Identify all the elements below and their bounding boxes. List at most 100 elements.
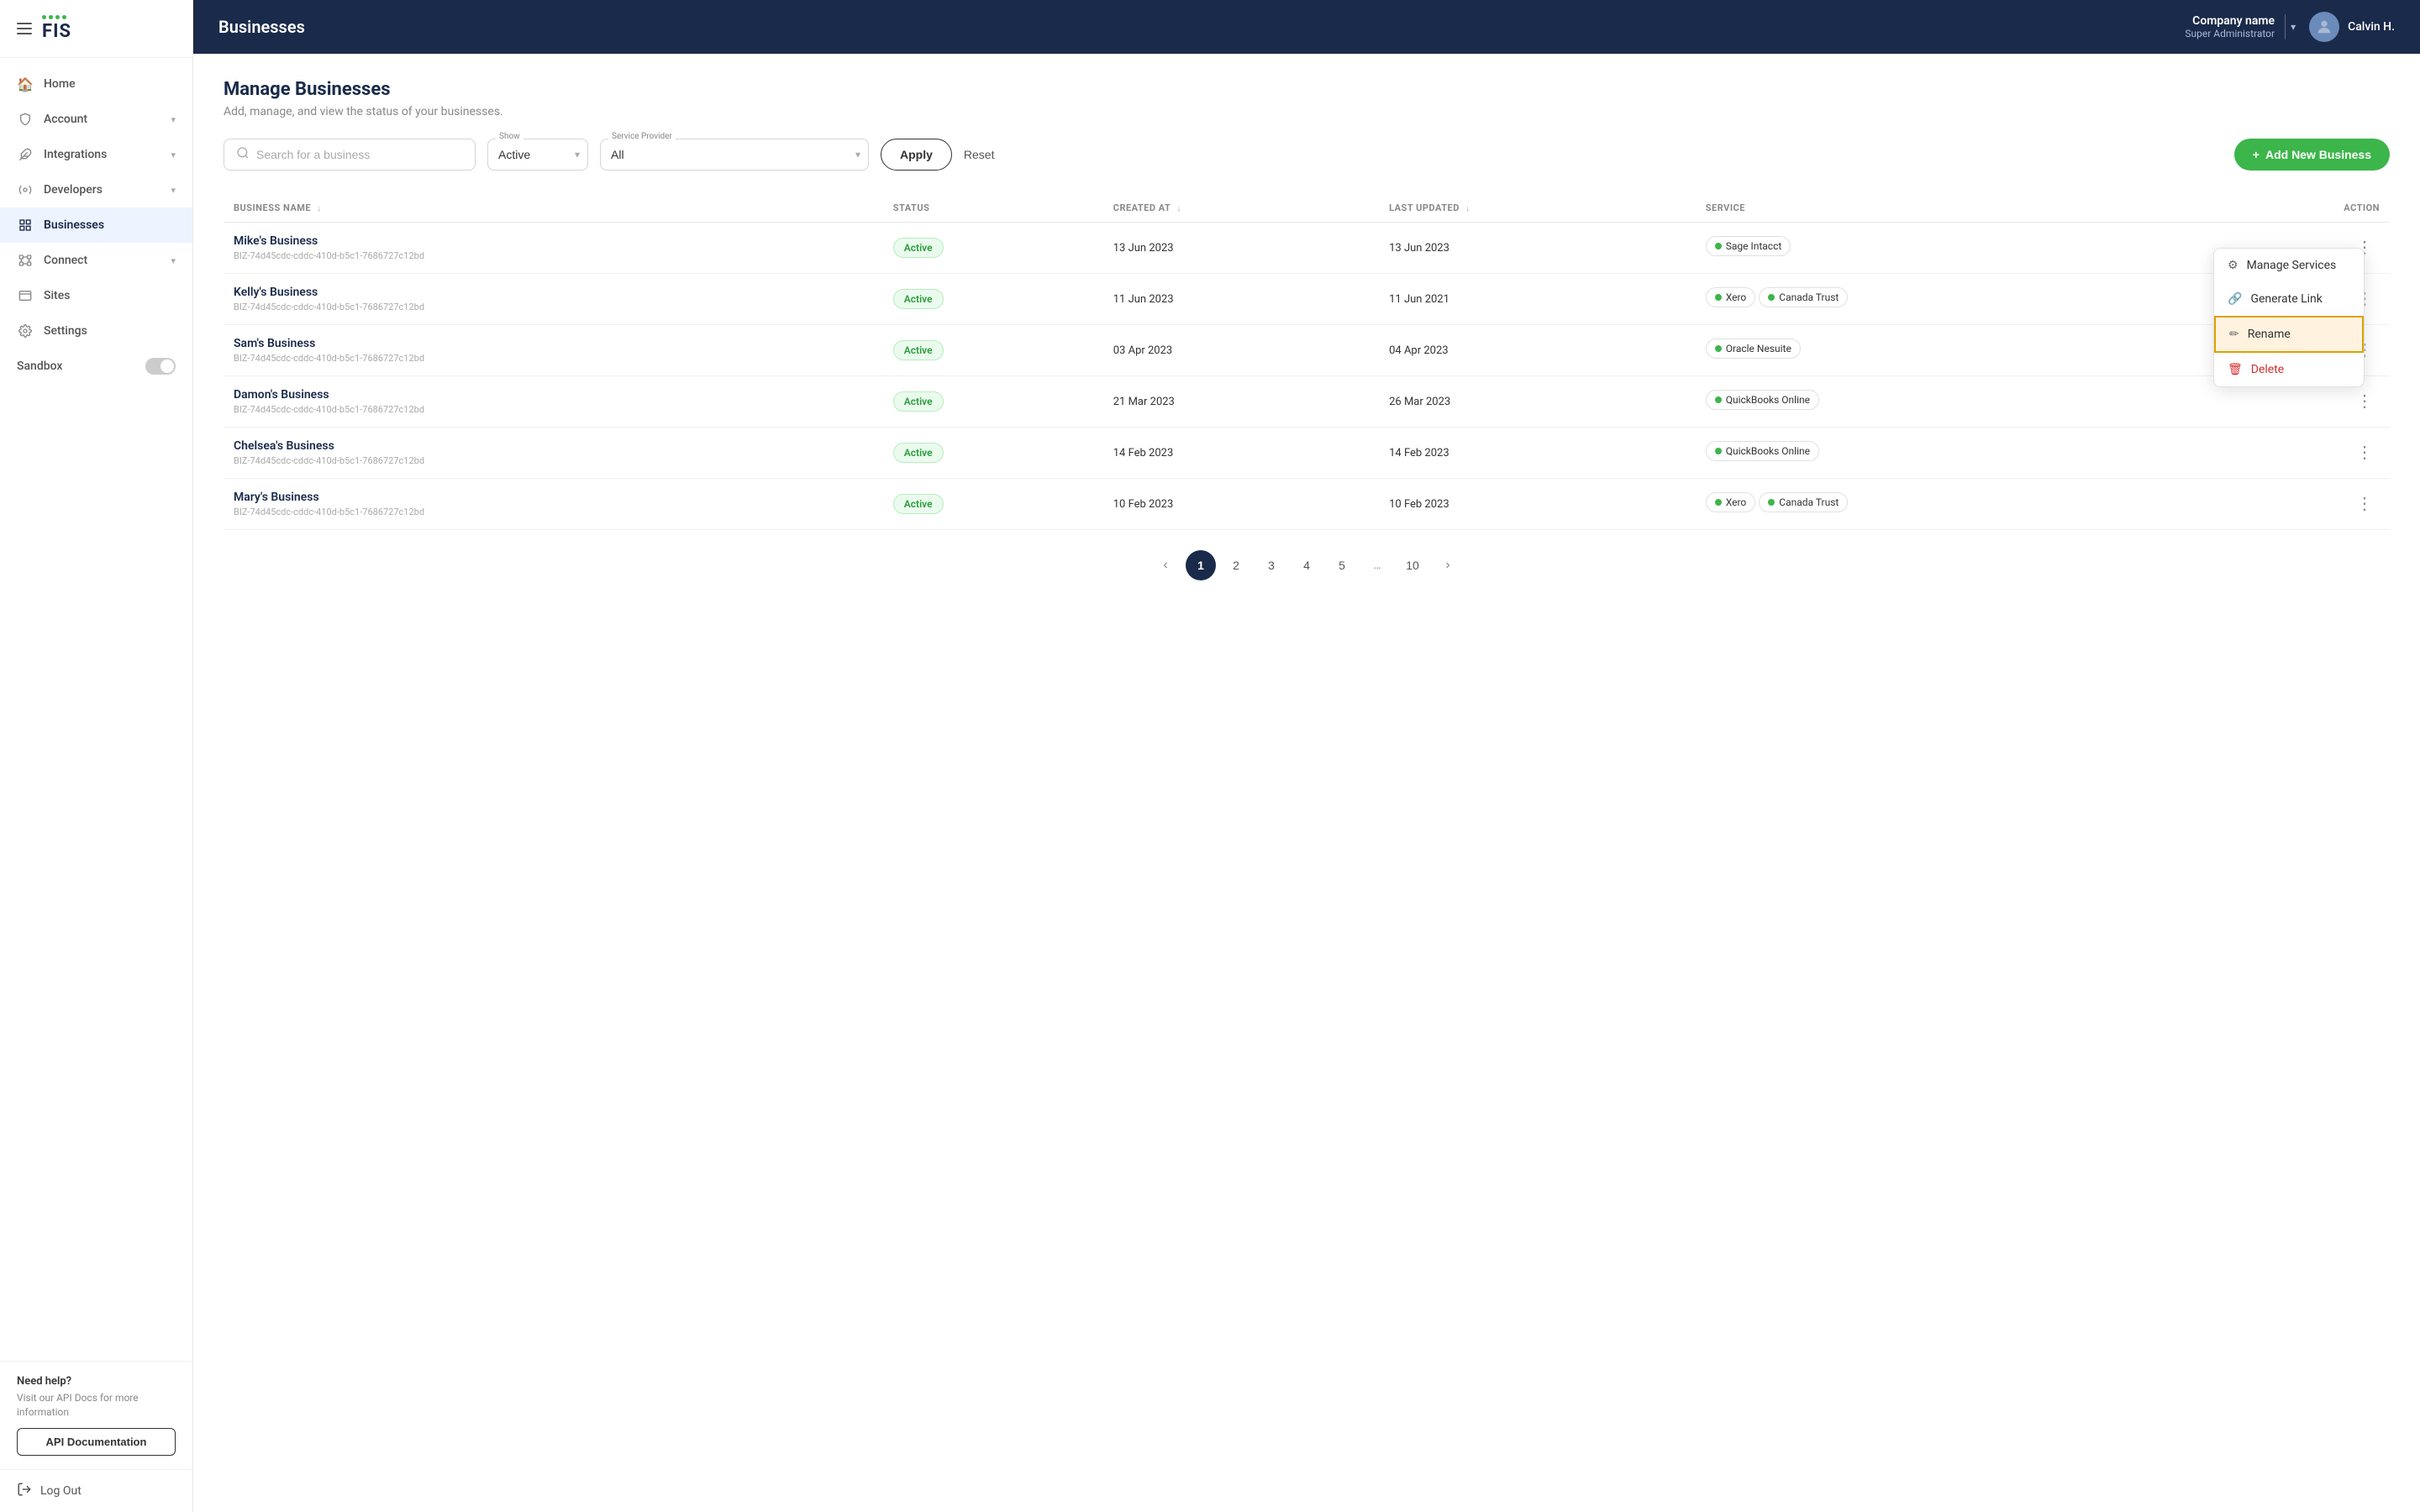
chevron-down-icon: ▾ bbox=[171, 114, 176, 125]
business-name: Damon's Business bbox=[234, 388, 873, 402]
action-menu-button[interactable]: ⋮ bbox=[2349, 492, 2380, 516]
logout-row[interactable]: Log Out bbox=[0, 1469, 192, 1512]
pagination-page-10[interactable]: 10 bbox=[1397, 550, 1428, 580]
topbar-right: Company name Super Administrator ▾ Calvi… bbox=[2185, 12, 2395, 42]
cell-created-at: 03 Apr 2023 bbox=[1103, 325, 1379, 376]
sidebar-item-businesses[interactable]: Businesses bbox=[0, 207, 192, 243]
col-service: SERVICE bbox=[1696, 194, 2215, 223]
rename-item[interactable]: ✏ Rename bbox=[2214, 316, 2364, 353]
business-id: BIZ-74d45cdc-cddc-410d-b5c1-7686727c12bd bbox=[234, 507, 873, 517]
topbar: Businesses Company name Super Administra… bbox=[193, 0, 2420, 54]
account-icon bbox=[17, 111, 34, 128]
action-menu-button[interactable]: ⋮ bbox=[2349, 441, 2380, 465]
cell-business-name: Sam's Business BIZ-74d45cdc-cddc-410d-b5… bbox=[224, 325, 883, 376]
reset-button[interactable]: Reset bbox=[964, 148, 995, 161]
page-subtitle: Add, manage, and view the status of your… bbox=[224, 105, 2390, 118]
topbar-company[interactable]: Company name Super Administrator bbox=[2185, 14, 2286, 39]
apply-button[interactable]: Apply bbox=[881, 139, 952, 171]
home-icon: 🏠 bbox=[17, 76, 34, 92]
hamburger-menu[interactable] bbox=[17, 23, 32, 34]
logout-icon bbox=[17, 1482, 32, 1500]
sandbox-label: Sandbox bbox=[17, 360, 62, 373]
show-filter-select[interactable]: Active Inactive All bbox=[487, 139, 588, 171]
cell-created-at: 21 Mar 2023 bbox=[1103, 376, 1379, 428]
sidebar-item-developers[interactable]: Developers ▾ bbox=[0, 172, 192, 207]
cell-last-updated: 10 Feb 2023 bbox=[1379, 479, 1696, 530]
pagination-page-1[interactable]: 1 bbox=[1186, 550, 1216, 580]
sidebar-item-sites[interactable]: Sites bbox=[0, 278, 192, 313]
pagination: ‹ 1 2 3 4 5 … 10 › bbox=[224, 530, 2390, 589]
add-business-button[interactable]: + Add New Business bbox=[2234, 139, 2390, 171]
plus-icon: + bbox=[2253, 148, 2260, 161]
sandbox-toggle[interactable] bbox=[145, 358, 176, 375]
business-id: BIZ-74d45cdc-cddc-410d-b5c1-7686727c12bd bbox=[234, 250, 873, 261]
pagination-page-3[interactable]: 3 bbox=[1256, 550, 1286, 580]
cell-created-at: 11 Jun 2023 bbox=[1103, 274, 1379, 325]
action-menu-button[interactable]: ⋮ bbox=[2349, 390, 2380, 413]
delete-item[interactable]: 🗑 Delete bbox=[2214, 353, 2364, 386]
status-badge: Active bbox=[893, 391, 944, 412]
sidebar-item-settings[interactable]: Settings bbox=[0, 313, 192, 349]
sidebar-item-label: Sites bbox=[44, 289, 70, 302]
sidebar-item-label: Settings bbox=[44, 324, 87, 338]
service-provider-label: Service Provider bbox=[608, 132, 676, 141]
generate-link-item[interactable]: 🔗 Generate Link bbox=[2214, 282, 2364, 316]
sidebar-item-connect[interactable]: Connect ▾ bbox=[0, 243, 192, 278]
cell-service: XeroCanada Trust bbox=[1696, 274, 2215, 325]
sidebar-item-account[interactable]: Account ▾ bbox=[0, 102, 192, 137]
cell-status: Active bbox=[883, 223, 1103, 274]
cell-last-updated: 11 Jun 2021 bbox=[1379, 274, 1696, 325]
service-dot-icon bbox=[1715, 396, 1722, 403]
help-title: Need help? bbox=[17, 1375, 176, 1388]
cell-action: ⋮ bbox=[2214, 428, 2390, 479]
cell-business-name: Mike's Business BIZ-74d45cdc-cddc-410d-b… bbox=[224, 223, 883, 274]
col-created-at[interactable]: CREATED AT ↓ bbox=[1103, 194, 1379, 223]
logo-dots bbox=[42, 15, 66, 19]
cell-status: Active bbox=[883, 428, 1103, 479]
filters-row: Show Active Inactive All ▾ Service Provi… bbox=[224, 139, 2390, 171]
table-row: Sam's Business BIZ-74d45cdc-cddc-410d-b5… bbox=[224, 325, 2390, 376]
col-business-name[interactable]: BUSINESS NAME ↓ bbox=[224, 194, 883, 223]
sidebar-item-label: Connect bbox=[44, 254, 87, 267]
fis-logo: FIS bbox=[42, 15, 71, 42]
service-dot-icon bbox=[1715, 345, 1722, 352]
cell-created-at: 10 Feb 2023 bbox=[1103, 479, 1379, 530]
col-last-updated[interactable]: LAST UPDATED ↓ bbox=[1379, 194, 1696, 223]
service-tag: Canada Trust bbox=[1759, 287, 1848, 307]
chevron-down-icon: ▾ bbox=[171, 185, 176, 196]
sidebar-nav: 🏠 Home Account ▾ Integrations ▾ Develope… bbox=[0, 58, 192, 1361]
manage-services-item[interactable]: ⚙ Manage Services bbox=[2214, 249, 2364, 282]
search-input[interactable] bbox=[256, 139, 463, 170]
cell-status: Active bbox=[883, 325, 1103, 376]
business-name: Kelly's Business bbox=[234, 286, 873, 299]
help-text: Visit our API Docs for more information bbox=[17, 1391, 176, 1420]
businesses-icon bbox=[17, 217, 34, 234]
cell-last-updated: 26 Mar 2023 bbox=[1379, 376, 1696, 428]
topbar-user[interactable]: Calvin H. bbox=[2296, 12, 2395, 42]
developers-icon bbox=[17, 181, 34, 198]
cell-business-name: Chelsea's Business BIZ-74d45cdc-cddc-410… bbox=[224, 428, 883, 479]
main-area: Businesses Company name Super Administra… bbox=[193, 0, 2420, 1512]
service-dot-icon bbox=[1768, 499, 1775, 506]
service-provider-select[interactable]: All Xero QuickBooks Online Sage Intacct … bbox=[600, 139, 869, 171]
sites-icon bbox=[17, 287, 34, 304]
topbar-title: Businesses bbox=[218, 17, 2185, 37]
pagination-page-4[interactable]: 4 bbox=[1292, 550, 1322, 580]
business-name: Sam's Business bbox=[234, 337, 873, 350]
table-row: Damon's Business BIZ-74d45cdc-cddc-410d-… bbox=[224, 376, 2390, 428]
api-documentation-button[interactable]: API Documentation bbox=[17, 1428, 176, 1456]
pagination-page-5[interactable]: 5 bbox=[1327, 550, 1357, 580]
service-dot-icon bbox=[1715, 243, 1722, 249]
pagination-prev[interactable]: ‹ bbox=[1150, 550, 1181, 580]
sidebar: FIS 🏠 Home Account ▾ Integrations ▾ Deve… bbox=[0, 0, 193, 1512]
manage-services-label: Manage Services bbox=[2247, 259, 2337, 272]
sidebar-item-label: Businesses bbox=[44, 218, 104, 232]
company-name: Company name bbox=[2192, 14, 2275, 28]
pagination-page-2[interactable]: 2 bbox=[1221, 550, 1251, 580]
cell-last-updated: 13 Jun 2023 bbox=[1379, 223, 1696, 274]
sidebar-item-home[interactable]: 🏠 Home bbox=[0, 66, 192, 102]
show-filter-wrapper: Show Active Inactive All ▾ bbox=[487, 139, 588, 171]
cell-last-updated: 14 Feb 2023 bbox=[1379, 428, 1696, 479]
sidebar-item-integrations[interactable]: Integrations ▾ bbox=[0, 137, 192, 172]
pagination-next[interactable]: › bbox=[1433, 550, 1463, 580]
